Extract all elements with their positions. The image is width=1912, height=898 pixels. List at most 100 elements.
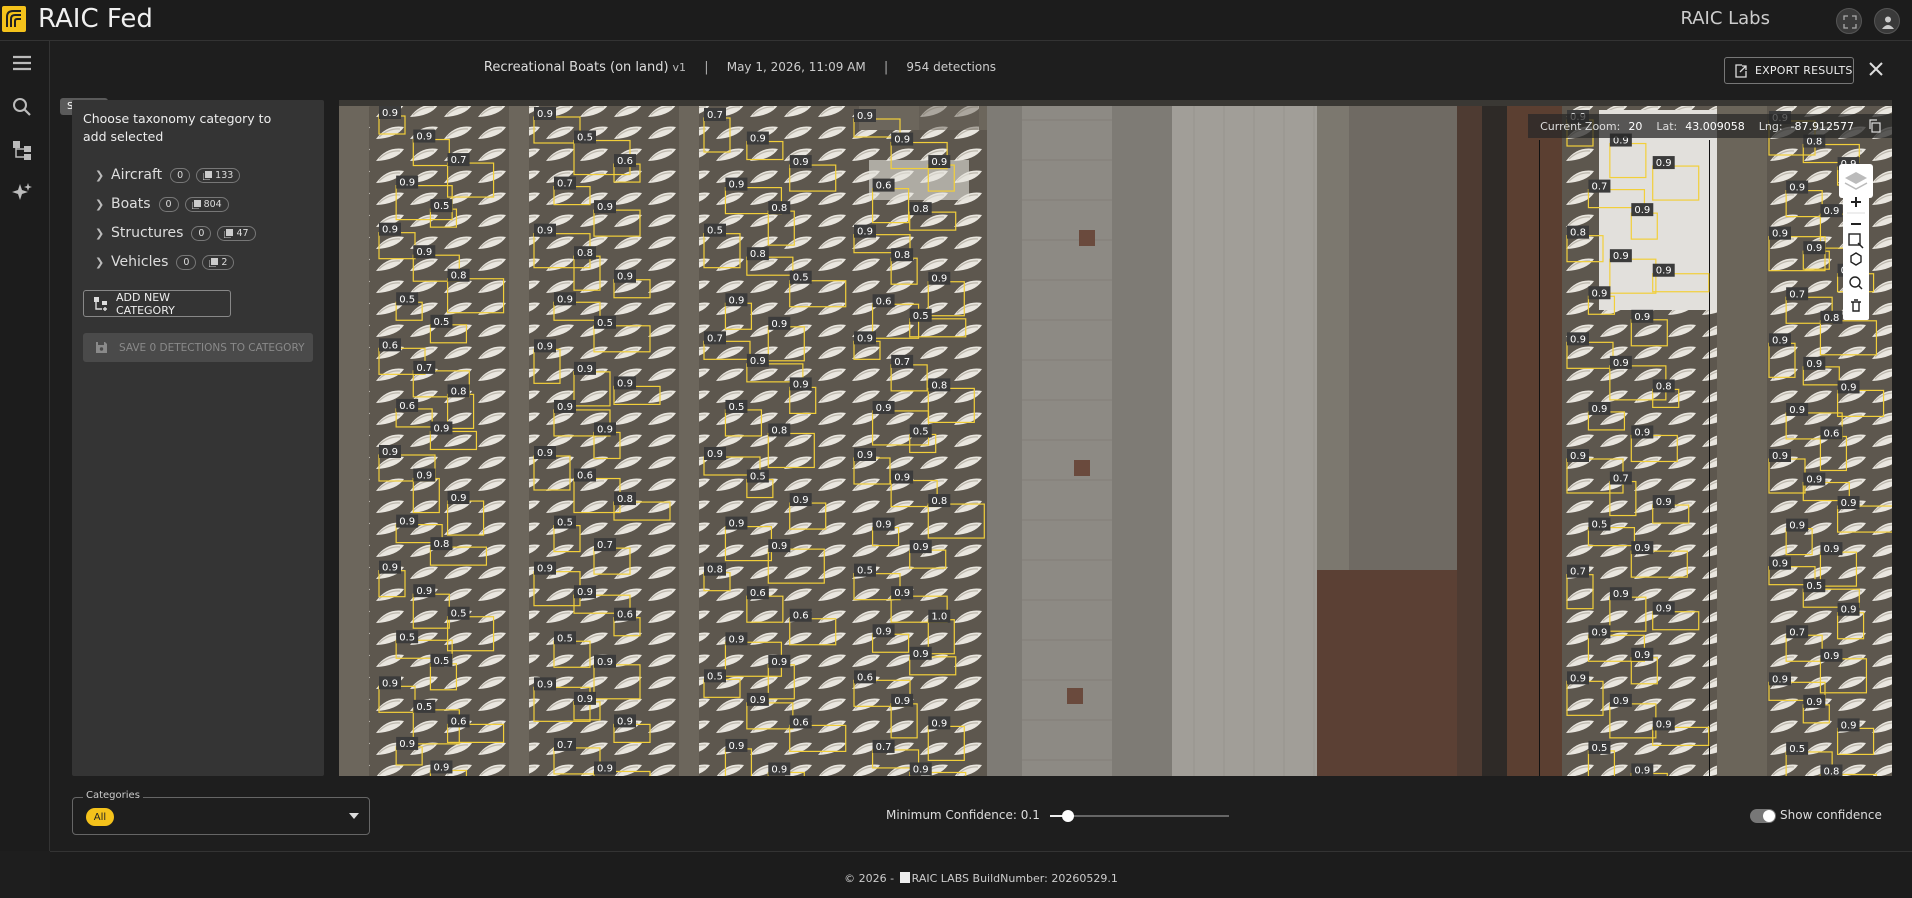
- confidence-value: 0.5: [913, 426, 929, 437]
- confidence-value: 0.5: [793, 273, 809, 284]
- confidence-value: 0.9: [451, 493, 467, 504]
- confidence-value: 0.5: [707, 226, 723, 237]
- confidence-value: 0.8: [1823, 766, 1839, 776]
- confidence-value: 0.9: [416, 132, 432, 143]
- zoom-in-icon[interactable]: [1851, 197, 1861, 207]
- confidence-value: 0.5: [1591, 520, 1607, 531]
- category-row[interactable]: ❯ Boats 0 804: [95, 194, 235, 214]
- confidence-value: 0.9: [1656, 158, 1672, 169]
- polygon-draw-icon[interactable]: [1850, 252, 1862, 266]
- confidence-value: 0.8: [894, 250, 910, 261]
- rectangle-draw-icon[interactable]: [1848, 233, 1864, 249]
- lasso-draw-icon[interactable]: [1849, 276, 1863, 290]
- show-confidence-label: Show confidence: [1780, 808, 1882, 822]
- confidence-value: 0.9: [1634, 650, 1650, 661]
- confidence-value: 0.9: [1772, 559, 1788, 570]
- confidence-value: 0.6: [399, 401, 415, 412]
- chevron-down-icon[interactable]: [349, 813, 359, 819]
- categories-select[interactable]: Categories All: [72, 790, 370, 835]
- add-new-category-button[interactable]: ADD NEW CATEGORY: [83, 290, 231, 317]
- confidence-value: 0.9: [707, 449, 723, 460]
- confidence-value: 0.6: [617, 156, 633, 167]
- confidence-value: 0.9: [728, 295, 744, 306]
- export-icon: [1735, 64, 1747, 78]
- confidence-value: 0.5: [416, 702, 432, 713]
- chevron-right-icon[interactable]: ❯: [95, 256, 111, 269]
- account-icon[interactable]: [1874, 8, 1900, 34]
- confidence-value: 0.9: [771, 764, 787, 775]
- confidence-value: 0.5: [557, 633, 573, 644]
- confidence-value: 0.9: [894, 588, 910, 599]
- confidence-value: 0.6: [876, 296, 892, 307]
- search-icon[interactable]: [10, 95, 34, 119]
- confidence-value: 0.9: [931, 157, 947, 168]
- save-detections-button[interactable]: SAVE 0 DETECTIONS TO CATEGORY: [83, 333, 313, 362]
- confidence-value: 0.9: [1789, 521, 1805, 532]
- confidence-value: 0.9: [537, 109, 553, 120]
- chevron-right-icon[interactable]: ❯: [95, 198, 111, 211]
- confidence-value: 0.9: [931, 718, 947, 729]
- aerial-imagery: 0.9 0.9 0.7 0.9 0.5 0.9 0.9 0.8 0.5 0.5 0.6 0.7 0.8 0…: [339, 100, 1892, 776]
- confidence-value: 0.9: [894, 696, 910, 707]
- confidence-value: 0.8: [1823, 313, 1839, 324]
- footer-build: BuildNumber: 20260529.1: [972, 872, 1118, 885]
- confidence-value: 0.8: [451, 386, 467, 397]
- confidence-value: 0.9: [771, 657, 787, 668]
- confidence-value: 0.9: [382, 108, 398, 119]
- export-results-button[interactable]: EXPORT RESULTS: [1724, 57, 1854, 84]
- confidence-value: 0.7: [1570, 567, 1586, 578]
- confidence-value: 0.6: [617, 610, 633, 621]
- copy-icon[interactable]: [1868, 119, 1882, 133]
- images-icon: [203, 170, 213, 180]
- show-confidence-toggle[interactable]: [1750, 809, 1776, 823]
- confidence-value: 0.9: [416, 586, 432, 597]
- map-view[interactable]: 0.9 0.9 0.7 0.9 0.5 0.9 0.9 0.8 0.5 0.5 0.6 0.7 0.8 0…: [339, 100, 1892, 776]
- confidence-value: 0.8: [1656, 381, 1672, 392]
- hierarchy-icon[interactable]: [10, 138, 34, 162]
- toggle-knob: [1763, 810, 1775, 822]
- panel-hint: Choose taxonomy category to add selected: [83, 111, 272, 144]
- confidence-value: 0.9: [1841, 498, 1857, 509]
- lng-label: Lng:: [1758, 119, 1783, 133]
- confidence-slider[interactable]: [1050, 810, 1229, 822]
- trash-icon[interactable]: [1851, 299, 1861, 312]
- fullscreen-icon[interactable]: [1836, 8, 1862, 34]
- confidence-value: 0.9: [577, 364, 593, 375]
- chevron-right-icon[interactable]: ❯: [95, 227, 111, 240]
- detection-count-badge: 133: [196, 167, 241, 183]
- confidence-value: 0.9: [1823, 206, 1839, 217]
- confidence-value: 0.9: [1806, 697, 1822, 708]
- detection-count: 954 detections: [906, 60, 997, 74]
- confidence-value: 0.9: [537, 448, 553, 459]
- category-chip-all[interactable]: All: [86, 808, 114, 826]
- list-icon[interactable]: [10, 51, 34, 75]
- category-row[interactable]: ❯ Vehicles 0 2: [95, 252, 240, 272]
- confidence-value: 0.9: [1634, 205, 1650, 216]
- confidence-value: 0.7: [707, 110, 723, 121]
- detection-count-badge: 47: [217, 225, 256, 241]
- confidence-value: 0.9: [1772, 451, 1788, 462]
- confidence-value: 0.9: [433, 762, 449, 773]
- confidence-value: 0.9: [876, 520, 892, 531]
- slider-thumb[interactable]: [1061, 810, 1074, 822]
- confidence-value: 0.9: [1634, 765, 1650, 776]
- category-row[interactable]: ❯ Structures 0 47: [95, 223, 262, 243]
- confidence-value: 0.9: [931, 274, 947, 285]
- confidence-value: 0.9: [557, 294, 573, 305]
- raic-mini-logo-icon: [899, 872, 910, 883]
- map-coordinate-readout: Current Zoom: 20 Lat: 43.009058 Lng: -87.91…: [1528, 114, 1892, 138]
- confidence-value: 0.9: [857, 111, 873, 122]
- confidence-value: 0.5: [451, 609, 467, 620]
- confidence-value: 0.9: [597, 763, 613, 774]
- confidence-value: 0.9: [876, 403, 892, 414]
- detection-count: 47: [236, 227, 249, 239]
- sparkle-icon[interactable]: [10, 181, 34, 205]
- confidence-value: 0.5: [1806, 581, 1822, 592]
- detection-count-badge: 2: [202, 254, 235, 270]
- confidence-value: 0.5: [399, 632, 415, 643]
- category-row[interactable]: ❯ Aircraft 0 133: [95, 165, 246, 185]
- close-icon[interactable]: [1866, 59, 1886, 79]
- confidence-value: 0.6: [857, 672, 873, 683]
- chevron-right-icon[interactable]: ❯: [95, 169, 111, 182]
- confidence-value: 0.9: [1613, 589, 1629, 600]
